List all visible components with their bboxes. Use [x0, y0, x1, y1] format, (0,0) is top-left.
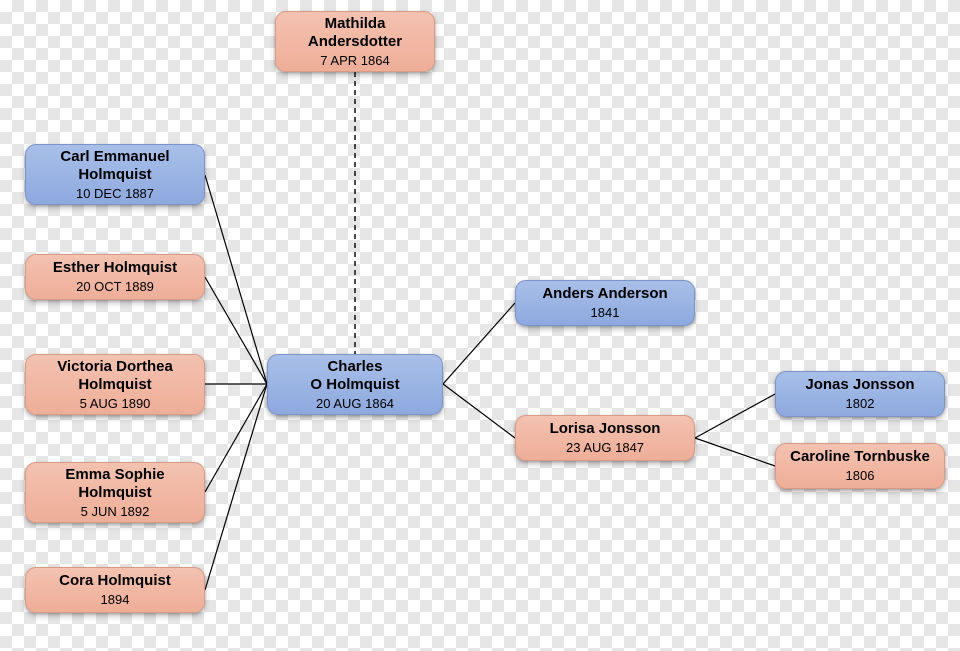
connector-lines: [0, 0, 960, 651]
person-date: 1806: [846, 468, 875, 483]
person-name: Cora Holmquist: [59, 572, 171, 590]
person-name: Jonas Jonsson: [805, 376, 914, 394]
person-name: Victoria Dorthea Holmquist: [57, 358, 173, 393]
node-lorisa-jonsson[interactable]: Lorisa Jonsson 23 AUG 1847: [515, 415, 695, 461]
person-name: Mathilda Andersdotter: [308, 15, 402, 50]
node-anders-anderson[interactable]: Anders Anderson 1841: [515, 280, 695, 326]
node-esther-holmquist[interactable]: Esther Holmquist 20 OCT 1889: [25, 254, 205, 300]
node-cora-holmquist[interactable]: Cora Holmquist 1894: [25, 567, 205, 613]
person-name: Lorisa Jonsson: [550, 420, 661, 438]
person-date: 10 DEC 1887: [76, 186, 154, 201]
person-name: Charles O Holmquist: [310, 358, 399, 393]
node-charles-o-holmquist[interactable]: Charles O Holmquist 20 AUG 1864: [267, 354, 443, 415]
node-victoria-dorthea-holmquist[interactable]: Victoria Dorthea Holmquist 5 AUG 1890: [25, 354, 205, 415]
person-date: 1802: [846, 396, 875, 411]
person-name: Emma Sophie Holmquist: [65, 466, 164, 501]
node-mathilda-andersdotter[interactable]: Mathilda Andersdotter 7 APR 1864: [275, 11, 435, 72]
person-name: Anders Anderson: [542, 285, 667, 303]
node-caroline-tornbuske[interactable]: Caroline Tornbuske 1806: [775, 443, 945, 489]
person-date: 20 OCT 1889: [76, 279, 154, 294]
person-name: Carl Emmanuel Holmquist: [60, 148, 169, 183]
person-date: 1841: [591, 305, 620, 320]
person-date: 5 AUG 1890: [80, 396, 151, 411]
node-jonas-jonsson[interactable]: Jonas Jonsson 1802: [775, 371, 945, 417]
person-date: 7 APR 1864: [320, 53, 389, 68]
person-date: 1894: [101, 592, 130, 607]
person-date: 20 AUG 1864: [316, 396, 394, 411]
node-carl-emmanuel-holmquist[interactable]: Carl Emmanuel Holmquist 10 DEC 1887: [25, 144, 205, 205]
person-date: 5 JUN 1892: [81, 504, 150, 519]
person-name: Caroline Tornbuske: [790, 448, 930, 466]
person-name: Esther Holmquist: [53, 259, 177, 277]
diagram-canvas: Mathilda Andersdotter 7 APR 1864 Charles…: [0, 0, 960, 651]
node-emma-sophie-holmquist[interactable]: Emma Sophie Holmquist 5 JUN 1892: [25, 462, 205, 523]
person-date: 23 AUG 1847: [566, 440, 644, 455]
